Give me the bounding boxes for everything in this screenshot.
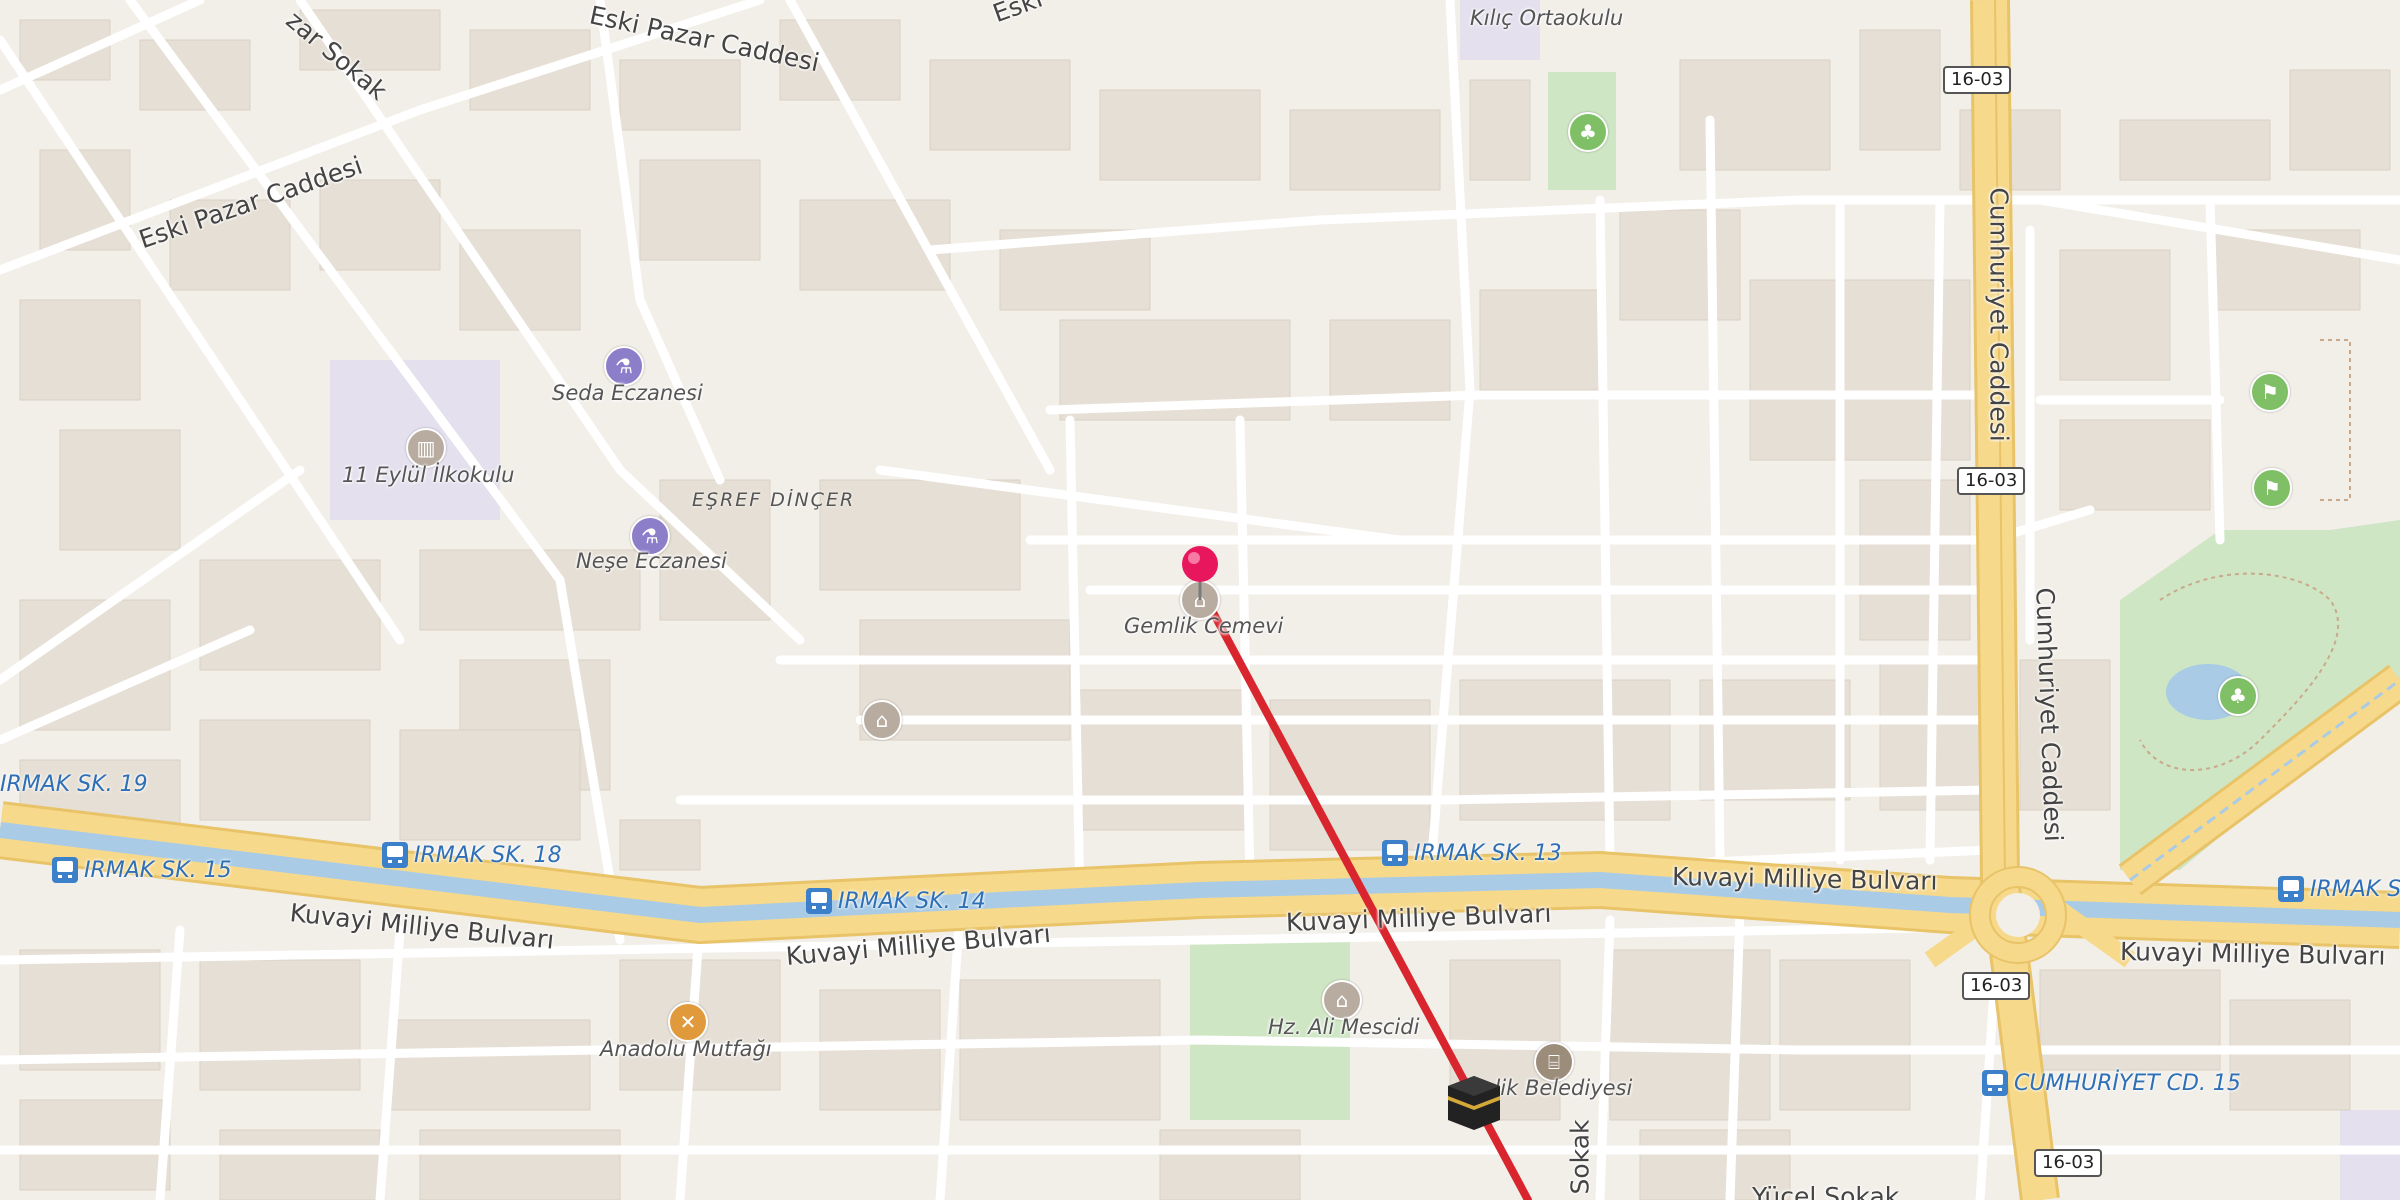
route-shield: 16-03 (1962, 972, 2031, 1000)
street-label-cumhuriyet-caddesi: Cumhuriyet Caddesi (1984, 187, 2014, 442)
bus-stop-irmak-sk-13[interactable]: IRMAK SK. 13 (1382, 840, 1562, 866)
place-label-kilic-ortaokulu[interactable]: Kılıç Ortaokulu (1470, 6, 1623, 30)
stop-label: IRMAK SK. 13 (1414, 840, 1562, 866)
bus-stop-irmak-sk-14[interactable]: IRMAK SK. 14 (806, 888, 986, 914)
place-label-gemlik-cemevi[interactable]: Gemlik Cemevi (1124, 614, 1283, 638)
route-shield: 16-03 (2034, 1149, 2103, 1177)
bus-stop-cumhuriyet-cd-15[interactable]: CUMHURİYET CD. 15 (1982, 1070, 2241, 1096)
school-icon[interactable]: ▥ (406, 428, 446, 468)
bus-icon (1982, 1070, 2008, 1096)
stop-label: IRMAK SK. 15 (84, 857, 232, 883)
mosque-icon[interactable]: ⌂ (1322, 980, 1362, 1020)
destination-kaaba-icon[interactable] (1444, 1072, 1504, 1132)
stop-label: IRMAK SK. 19 (0, 772, 148, 797)
place-label-anadolu-mutfagi[interactable]: Anadolu Mutfağı (600, 1037, 772, 1061)
sports-icon[interactable]: ⚑ (2252, 468, 2292, 508)
bus-icon (52, 857, 78, 883)
street-label-kuvayi-milliye: Kuvayi Milliye Bulvarı (2119, 937, 2386, 971)
bus-icon (806, 888, 832, 914)
street-label-sokak: Sokak (1565, 1119, 1595, 1195)
sports-icon[interactable]: ⚑ (2250, 372, 2290, 412)
place-label-hz-ali-mescidi[interactable]: Hz. Ali Mescidi (1268, 1015, 1419, 1039)
route-shield: 16-03 (1943, 66, 2012, 94)
map-canvas[interactable]: 16-03 16-03 16-03 16-03 Kılıç Ortaokulu … (0, 0, 2400, 1200)
place-label-11-eylul-ilkokulu[interactable]: 11 Eylül İlkokulu (342, 463, 514, 487)
pharmacy-icon[interactable]: ⚗ (604, 346, 644, 386)
stop-label: CUMHURİYET CD. 15 (2014, 1070, 2241, 1096)
bus-stop-irmak-sk-19[interactable]: IRMAK SK. 19 (0, 772, 148, 797)
bus-stop-irmak-s[interactable]: IRMAK S (2278, 876, 2400, 902)
route-shield: 16-03 (1957, 467, 2026, 495)
mosque-icon[interactable]: ⌂ (862, 700, 902, 740)
stop-label: IRMAK S (2310, 876, 2400, 902)
tree-icon[interactable]: ♣ (1568, 112, 1608, 152)
street-label-kuvayi-milliye: Kuvayi Milliye Bulvarı (1671, 862, 1938, 896)
bus-icon (1382, 840, 1408, 866)
neighbourhood-label: EŞREF DİNÇER (692, 489, 856, 511)
street-label-yucel-sokak: Yücel Sokak (1752, 1182, 1900, 1200)
place-label-seda-eczanesi[interactable]: Seda Eczanesi (552, 381, 703, 405)
stop-label: IRMAK SK. 14 (838, 888, 986, 914)
stop-label: IRMAK SK. 18 (414, 842, 562, 868)
bus-stop-irmak-sk-18[interactable]: IRMAK SK. 18 (382, 842, 562, 868)
location-pin-icon[interactable] (1176, 540, 1224, 602)
bus-stop-irmak-sk-15[interactable]: IRMAK SK. 15 (52, 857, 232, 883)
bus-icon (2278, 876, 2304, 902)
tree-icon[interactable]: ♣ (2218, 676, 2258, 716)
place-label-nese-eczanesi[interactable]: Neşe Eczanesi (576, 549, 727, 573)
restaurant-icon[interactable]: ✕ (668, 1002, 708, 1042)
bus-icon (382, 842, 408, 868)
